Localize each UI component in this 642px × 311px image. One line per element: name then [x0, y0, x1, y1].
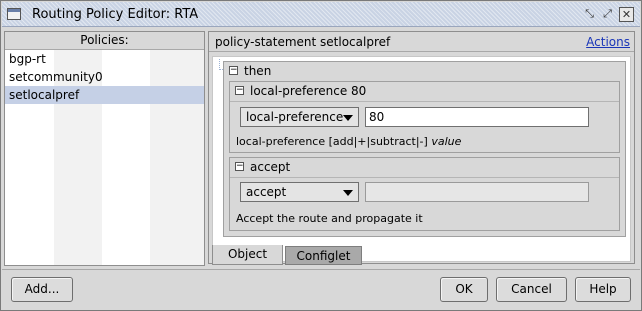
accept-value-input — [365, 182, 589, 202]
policies-list[interactable]: bgp-rt setcommunity0 setlocalpref — [5, 50, 204, 265]
accept-section: − accept accept Accept the route and pro… — [229, 157, 620, 231]
accept-header: − accept — [230, 158, 619, 177]
local-preference-section: − local-preference 80 local-preference 8… — [229, 81, 620, 153]
dropdown-arrow-icon — [343, 115, 353, 121]
policy-item-setcommunity0[interactable]: setcommunity0 — [5, 68, 204, 86]
actions-link[interactable]: Actions — [586, 35, 630, 49]
local-preference-value-input[interactable]: 80 — [365, 107, 589, 127]
policy-item-bgp-rt[interactable]: bgp-rt — [5, 50, 204, 68]
then-label: then — [244, 64, 272, 78]
accept-select-value: accept — [246, 185, 287, 199]
accept-action-select[interactable]: accept — [240, 182, 359, 202]
policies-header: Policies: — [5, 32, 204, 50]
window-app-icon — [7, 8, 21, 20]
cancel-button[interactable]: Cancel — [496, 277, 567, 302]
accept-body: accept Accept the route and propagate it — [230, 177, 619, 230]
policy-statement-title: policy-statement setlocalpref — [215, 35, 391, 49]
collapse-then-icon[interactable]: − — [229, 66, 238, 75]
policy-editor-panel: policy-statement setlocalpref Actions − … — [208, 31, 635, 264]
then-header: − then — [224, 62, 625, 81]
close-icon[interactable]: ✕ — [619, 7, 634, 22]
tab-configlet[interactable]: Configlet — [285, 246, 362, 265]
tab-object[interactable]: Object — [212, 245, 283, 265]
editor-header: policy-statement setlocalpref Actions — [209, 32, 634, 52]
local-preference-header: − local-preference 80 — [230, 82, 619, 101]
title-bar[interactable]: Routing Policy Editor: RTA ⤡ ⤢ ✕ — [2, 2, 640, 27]
policies-panel: Policies: bgp-rt setcommunity0 setlocalp… — [4, 31, 205, 266]
local-preference-label: local-preference 80 — [250, 84, 367, 98]
local-preference-action-select[interactable]: local-preference — [240, 107, 359, 127]
local-preference-body: local-preference 80 local-preference [ad… — [230, 101, 619, 152]
local-preference-input-text: 80 — [369, 110, 385, 124]
syntax-hint-variable: value — [431, 135, 462, 148]
window-title: Routing Policy Editor: RTA — [32, 7, 199, 22]
syntax-hint-text: local-preference [add|+|subtract|-] — [236, 135, 432, 148]
footer-separator — [2, 269, 640, 270]
help-button[interactable]: Help — [575, 277, 631, 302]
collapse-local-preference-icon[interactable]: − — [235, 86, 244, 95]
restore-icon[interactable]: ⤢ — [600, 7, 615, 22]
minimize-icon[interactable]: ⤡ — [582, 7, 597, 22]
routing-policy-editor-window: Routing Policy Editor: RTA ⤡ ⤢ ✕ Policie… — [0, 0, 642, 311]
dropdown-arrow-icon — [343, 190, 353, 196]
collapse-accept-icon[interactable]: − — [235, 162, 244, 171]
policy-item-setlocalpref[interactable]: setlocalpref — [5, 86, 204, 104]
then-section: − then − local-preference 80 local-prefe… — [223, 61, 626, 237]
ok-button[interactable]: OK — [440, 277, 488, 302]
add-button[interactable]: Add... — [11, 277, 73, 302]
accept-description: Accept the route and propagate it — [236, 212, 423, 225]
local-preference-syntax-hint: local-preference [add|+|subtract|-] valu… — [236, 135, 461, 148]
local-preference-select-value: local-preference — [246, 110, 344, 124]
policy-tree-view: − then − local-preference 80 local-prefe… — [212, 56, 631, 262]
accept-label: accept — [250, 160, 291, 174]
